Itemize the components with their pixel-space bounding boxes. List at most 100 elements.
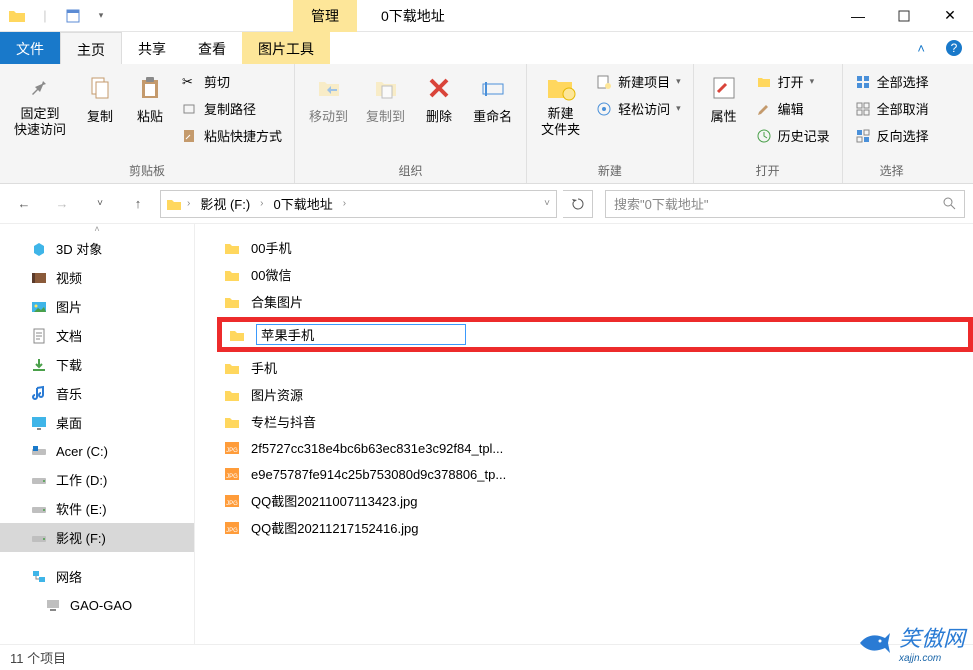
search-icon[interactable]: [942, 196, 958, 212]
folder-item[interactable]: 图片资源: [217, 381, 973, 408]
navbar: ← → ˅ ↑ › 影视 (F:) › 0下载地址 › ˅ 搜索"0下载地址": [0, 184, 973, 224]
sidebar-item-drive[interactable]: 工作 (D:): [0, 465, 194, 494]
tab-file[interactable]: 文件: [0, 32, 60, 64]
select-none-button[interactable]: 全部取消: [851, 97, 933, 120]
copy-path-button[interactable]: 复制路径: [178, 97, 286, 120]
select-none-icon: [855, 101, 871, 117]
rename-input[interactable]: [256, 324, 466, 345]
easy-access-icon: [596, 101, 612, 117]
pc-icon: [44, 596, 62, 614]
folder-icon: [223, 413, 241, 431]
up-button[interactable]: ↑: [122, 190, 154, 218]
ribbon-collapse[interactable]: ˄: [907, 32, 935, 64]
sidebar-item-drive[interactable]: 软件 (E:): [0, 494, 194, 523]
delete-button[interactable]: 删除: [417, 68, 461, 129]
tab-share[interactable]: 共享: [122, 32, 182, 64]
sidebar-item-label: 文档: [56, 326, 82, 345]
minimize-button[interactable]: —: [835, 1, 881, 31]
close-button[interactable]: ✕: [927, 1, 973, 31]
properties-icon[interactable]: [62, 5, 84, 27]
sidebar-item-download[interactable]: 下载: [0, 350, 194, 379]
qat-dropdown-icon[interactable]: ▾: [90, 5, 112, 27]
picture-icon: [30, 298, 48, 316]
sidebar-item-3d[interactable]: 3D 对象: [0, 234, 194, 263]
rename-icon: [477, 72, 509, 104]
image-file-item[interactable]: JPGQQ截图20211217152416.jpg: [217, 514, 973, 541]
sidebar-item-drive[interactable]: 影视 (F:): [0, 523, 194, 552]
edit-button[interactable]: 编辑: [752, 97, 834, 120]
select-all-icon: [855, 74, 871, 90]
copy-button[interactable]: 复制: [78, 68, 122, 129]
image-file-item[interactable]: JPG2f5727cc318e4bc6b63ec831e3c92f84_tpl.…: [217, 435, 973, 461]
sidebar-item-osdrive[interactable]: Acer (C:): [0, 437, 194, 465]
easy-access-button[interactable]: 轻松访问 ▾: [592, 97, 685, 120]
image-file-item[interactable]: JPGe9e75787fe914c25b753080d9c378806_tp..…: [217, 461, 973, 487]
paste-shortcut-button[interactable]: 粘贴快捷方式: [178, 124, 286, 147]
group-label-new: 新建: [535, 160, 685, 181]
folder-item[interactable]: 手机: [217, 354, 973, 381]
breadcrumb[interactable]: › 影视 (F:) › 0下载地址 › ˅: [160, 190, 557, 218]
cut-button[interactable]: ✂剪切: [178, 70, 286, 93]
svg-text:JPG: JPG: [226, 528, 238, 534]
sidebar-item-picture[interactable]: 图片: [0, 292, 194, 321]
new-folder-button[interactable]: 新建 文件夹: [535, 68, 586, 141]
edit-icon: [756, 101, 772, 117]
move-to-button[interactable]: 移动到: [303, 68, 354, 129]
select-all-button[interactable]: 全部选择: [851, 70, 933, 93]
delete-icon: [423, 72, 455, 104]
chevron-right-icon[interactable]: ›: [258, 198, 265, 209]
tab-home[interactable]: 主页: [60, 32, 122, 64]
folder-icon: [223, 266, 241, 284]
file-item-renaming[interactable]: [222, 322, 968, 347]
sidebar-item-network[interactable]: 网络: [0, 562, 194, 591]
manage-context-tab[interactable]: 管理: [293, 0, 357, 32]
rename-button[interactable]: 重命名: [467, 68, 518, 129]
file-name: 图片资源: [251, 385, 303, 404]
breadcrumb-dropdown[interactable]: ˅: [542, 198, 552, 209]
new-item-button[interactable]: 新建项目 ▾: [592, 70, 685, 93]
file-list[interactable]: 00手机 00微信合集图片手机图片资源专栏与抖音JPG2f5727cc318e4b…: [195, 224, 973, 644]
breadcrumb-seg-drive[interactable]: 影视 (F:): [194, 192, 256, 215]
open-button[interactable]: 打开 ▾: [752, 70, 834, 93]
svg-text:JPG: JPG: [226, 474, 238, 480]
image-icon: JPG: [223, 439, 241, 457]
svg-text:JPG: JPG: [226, 448, 238, 454]
back-button[interactable]: ←: [8, 190, 40, 218]
recent-dropdown[interactable]: ˅: [84, 190, 116, 218]
folder-item[interactable]: 专栏与抖音: [217, 408, 973, 435]
chevron-right-icon[interactable]: ›: [341, 198, 348, 209]
copy-to-button[interactable]: 复制到: [360, 68, 411, 129]
help-button[interactable]: ?: [935, 32, 973, 64]
pin-to-quick-access-button[interactable]: 固定到 快速访问: [8, 68, 72, 141]
breadcrumb-seg-folder[interactable]: 0下载地址: [268, 192, 339, 215]
chevron-right-icon[interactable]: ›: [185, 198, 192, 209]
3d-icon: [30, 240, 48, 258]
tab-view[interactable]: 查看: [182, 32, 242, 64]
forward-button[interactable]: →: [46, 190, 78, 218]
folder-item[interactable]: 合集图片: [217, 288, 973, 315]
tab-picture-tools[interactable]: 图片工具: [242, 32, 330, 64]
scroll-up-icon[interactable]: ˄: [0, 224, 194, 234]
folder-item[interactable]: 00微信: [217, 261, 973, 288]
folder-item[interactable]: 00手机: [217, 234, 973, 261]
sidebar-item-label: 影视 (F:): [56, 528, 106, 547]
maximize-button[interactable]: [881, 1, 927, 31]
sidebar-item-video[interactable]: 视频: [0, 263, 194, 292]
refresh-button[interactable]: [563, 190, 593, 218]
search-input[interactable]: 搜索"0下载地址": [605, 190, 965, 218]
sidebar-item-desktop[interactable]: 桌面: [0, 408, 194, 437]
sidebar-item-pc[interactable]: GAO-GAO: [0, 591, 194, 619]
history-button[interactable]: 历史记录: [752, 124, 834, 147]
invert-selection-button[interactable]: 反向选择: [851, 124, 933, 147]
invert-icon: [855, 128, 871, 144]
sidebar-item-music[interactable]: 音乐: [0, 379, 194, 408]
breadcrumb-root-icon[interactable]: [165, 195, 183, 213]
file-name: 00微信: [251, 265, 291, 284]
paste-button[interactable]: 粘贴: [128, 68, 172, 129]
document-icon: [30, 327, 48, 345]
image-icon: JPG: [223, 519, 241, 537]
image-file-item[interactable]: JPGQQ截图20211007113423.jpg: [217, 487, 973, 514]
sidebar-item-document[interactable]: 文档: [0, 321, 194, 350]
sidebar-item-label: 桌面: [56, 413, 82, 432]
properties-button[interactable]: 属性: [702, 68, 746, 129]
